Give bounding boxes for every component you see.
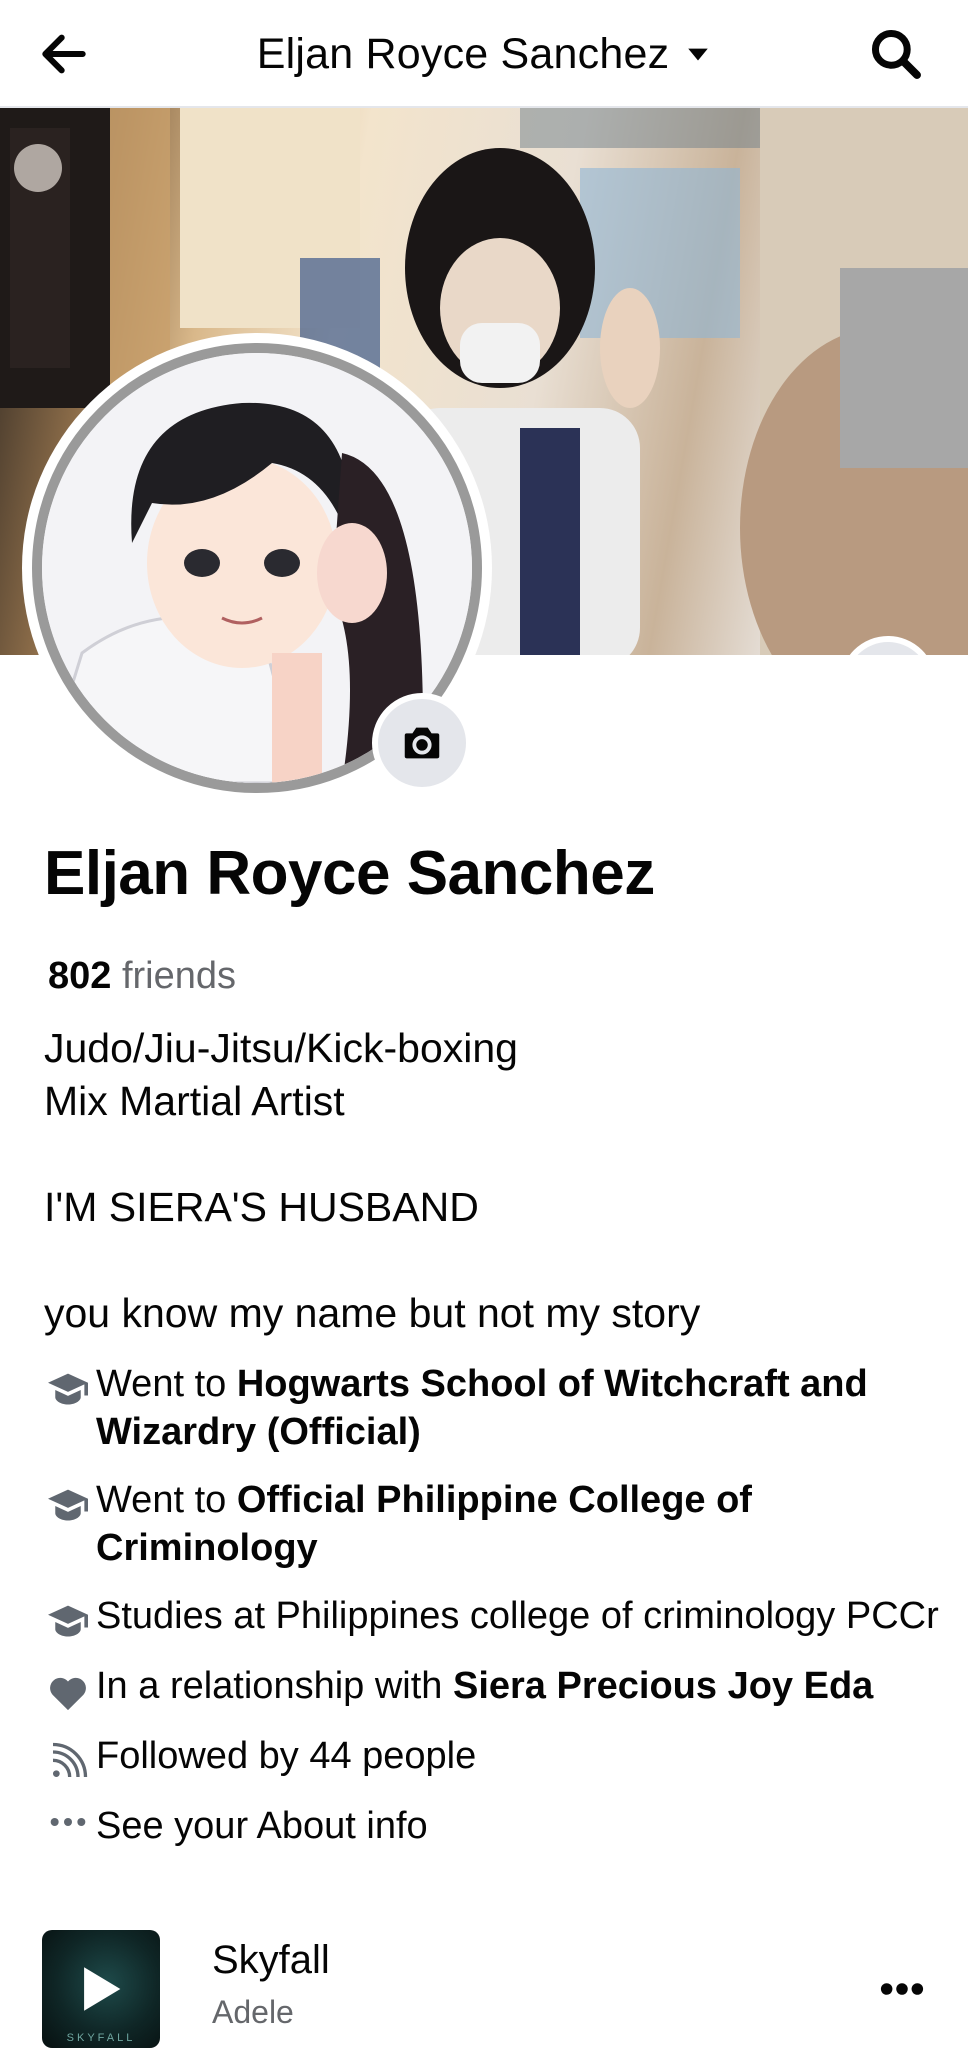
friends-count[interactable]: 802 friends	[48, 955, 236, 998]
search-button[interactable]	[864, 22, 928, 86]
friends-label: friends	[121, 955, 237, 997]
detail-relationship[interactable]: In a relationship with Siera Precious Jo…	[40, 1662, 940, 1712]
profile-switcher[interactable]: Eljan Royce Sanchez	[0, 22, 968, 86]
camera-icon	[404, 727, 440, 759]
detail-education-3[interactable]: Studies at Philippines college of crimin…	[40, 1592, 940, 1642]
top-bar: Eljan Royce Sanchez	[0, 0, 968, 108]
caret-down-icon	[688, 48, 709, 61]
edit-profile-picture-button[interactable]	[372, 693, 472, 793]
play-icon	[84, 1967, 121, 2011]
page-title: Eljan Royce Sanchez	[256, 29, 670, 78]
heart-icon	[50, 1677, 86, 1711]
detail-followers[interactable]: Followed by 44 people	[40, 1732, 940, 1782]
friends-count-number: 802	[48, 955, 112, 997]
detail-prefix: In a relationship with	[96, 1665, 453, 1707]
detail-prefix: Went to	[96, 1479, 237, 1521]
intro-details: Went to Hogwarts School of Witchcraft an…	[40, 1360, 940, 1870]
detail-about-info[interactable]: See your About info	[40, 1802, 940, 1850]
detail-text: Studies at Philippines college of crimin…	[96, 1595, 939, 1637]
detail-text: Followed by 44 people	[96, 1735, 477, 1777]
song-artist: Adele	[212, 1994, 294, 2030]
graduation-cap-icon	[48, 1605, 88, 1637]
more-dots-icon	[880, 1983, 924, 1995]
profile-name: Eljan Royce Sanchez	[44, 839, 655, 908]
graduation-cap-icon	[48, 1489, 88, 1521]
more-dots-icon	[50, 1818, 86, 1826]
detail-prefix: Went to	[96, 1363, 237, 1405]
profile-music[interactable]: SKYFALL Skyfall Adele	[42, 1930, 942, 2048]
detail-education-2[interactable]: Went to Official Philippine College of C…	[40, 1476, 940, 1572]
detail-education-1[interactable]: Went to Hogwarts School of Witchcraft an…	[40, 1360, 940, 1456]
profile-bio: Judo/Jiu-Jitsu/Kick-boxing Mix Martial A…	[44, 1025, 701, 1336]
album-art[interactable]: SKYFALL	[42, 1930, 160, 2048]
partner-link[interactable]: Siera Precious Joy Eda	[453, 1665, 873, 1707]
search-icon	[871, 29, 921, 79]
album-art-text: SKYFALL	[66, 2032, 136, 2044]
music-more-button[interactable]	[870, 1964, 934, 2014]
rss-icon	[52, 1742, 88, 1778]
graduation-cap-icon	[48, 1373, 88, 1405]
song-title: Skyfall	[212, 1938, 330, 1982]
detail-text: See your About info	[96, 1805, 428, 1847]
